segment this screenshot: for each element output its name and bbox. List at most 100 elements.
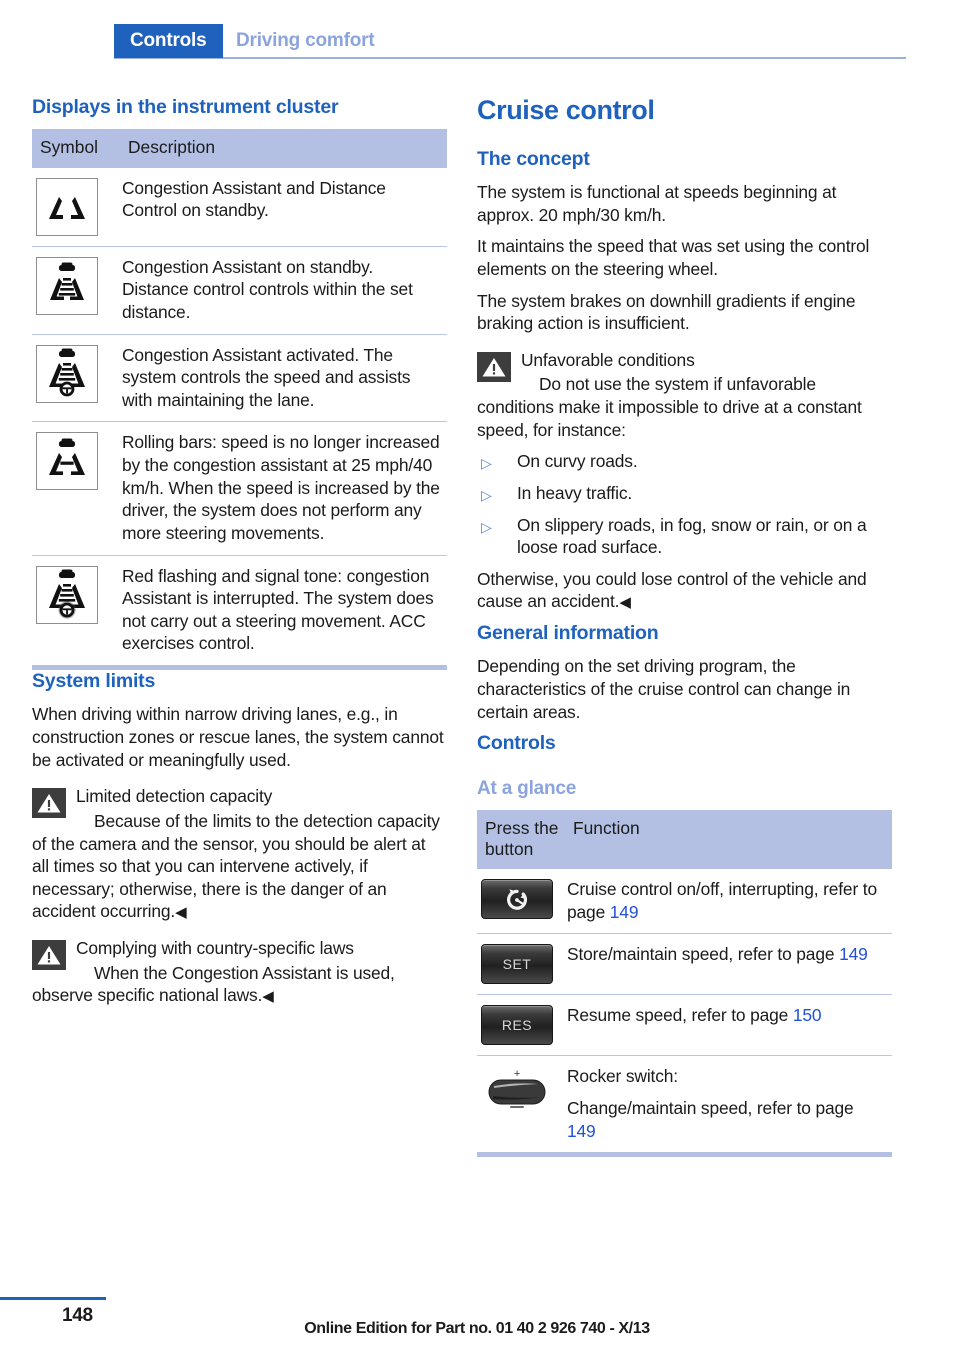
function-cell: Store/maintain speed, refer to page 149 [565, 933, 892, 995]
the-concept-heading: The concept [477, 147, 590, 170]
warning-end-mark: ◀ [262, 988, 274, 1006]
table-row: + Rocker switch: Change/maintain speed, … [477, 1055, 892, 1153]
warning-triangle-icon [477, 351, 511, 382]
system-limits-paragraph: When driving within narrow driving lanes… [32, 704, 444, 770]
table-row: Red flashing and signal tone: congestion… [32, 554, 447, 665]
warning-note-unfavorable-conditions: Unfavorable conditions Do not use the sy… [477, 349, 892, 442]
column-header-symbol: Symbol [32, 129, 120, 168]
running-header-chapter-tab: Controls [114, 24, 223, 58]
cruise-control-buttons-table: Press the button Function Cruise control… [477, 809, 892, 1153]
left-column: Displays in the instrument cluster Symbo… [32, 96, 447, 1016]
button-cell: SET [477, 933, 565, 995]
warning-end-mark: ◀ [175, 904, 187, 922]
button-cell: RES [477, 994, 565, 1056]
function-text-line-2: Change/maintain speed, refer to page 149 [567, 1097, 886, 1142]
chapter-title-cruise-control: Cruise control [477, 95, 655, 125]
controls-heading: Controls [477, 732, 556, 755]
table-row: Congestion Assistant activated. The syst… [32, 333, 447, 422]
symbol-cell [32, 421, 120, 555]
list-item: ▷ On slippery roads, in fog, snow or rain… [477, 514, 892, 559]
list-item: ▷ On curvy roads. [477, 450, 892, 473]
button-cell: + [477, 1055, 565, 1153]
column-header-function: Function [565, 809, 892, 870]
warning-note-limited-detection: Limited detection capacity Because of th… [32, 785, 447, 923]
controls-table-end-rule [477, 1152, 892, 1158]
function-cell: Resume speed, refer to page 150 [565, 994, 892, 1056]
car-with-bars-steering-wheel-icon [36, 344, 98, 403]
svg-text:+: + [514, 1068, 520, 1080]
bullet-triangle-icon: ▷ [481, 518, 492, 535]
set-button-icon[interactable]: SET [481, 944, 553, 985]
general-information-heading: General information [477, 622, 659, 645]
warning-triangle-icon [32, 788, 66, 819]
page-title-left: Displays in the instrument cluster [32, 96, 339, 118]
symbol-cell [32, 168, 120, 247]
bullet-triangle-icon: ▷ [481, 455, 492, 472]
footer-rule [0, 1297, 106, 1300]
table-row: RES Resume speed, refer to page 150 [477, 994, 892, 1056]
page-reference-link[interactable]: 149 [839, 944, 868, 964]
function-cell: Cruise control on/off, interrupting, ref… [565, 869, 892, 934]
warning-note-country-laws: Complying with country-specific laws Whe… [32, 937, 447, 1007]
page-reference-link[interactable]: 149 [610, 902, 639, 922]
table-row: Congestion Assistant and Distance Contro… [32, 168, 447, 247]
list-item: ▷ In heavy traffic. [477, 482, 892, 505]
general-information-paragraph: Depending on the set driving program, th… [477, 656, 851, 722]
symbol-cell [32, 554, 120, 665]
table-row: Rolling bars: speed is no longer increas… [32, 421, 447, 555]
warning-triangle-icon [32, 940, 66, 971]
warning-title: Complying with country-specific laws [76, 938, 354, 959]
table-header-row: Symbol Description [32, 129, 447, 168]
at-a-glance-subheading: At a glance [477, 777, 577, 799]
symbol-cell [32, 333, 120, 422]
description-cell: Rolling bars: speed is no longer increas… [120, 421, 447, 555]
function-text: Resume speed, refer to page [567, 1005, 793, 1026]
list-item-label: On curvy roads. [517, 451, 638, 472]
warning-body: Because of the limits to the detection c… [32, 810, 440, 922]
cruise-control-on-off-icon[interactable] [481, 879, 553, 920]
description-cell: Red flashing and signal tone: congestion… [120, 554, 447, 665]
warning-title: Unfavorable conditions [521, 349, 695, 370]
function-cell: Rocker switch: Change/maintain speed, re… [565, 1055, 892, 1153]
button-cell [477, 869, 565, 934]
description-cell: Congestion Assistant on standby. Distanc… [120, 245, 447, 334]
rocker-switch-icon[interactable]: + [481, 1068, 553, 1118]
column-header-press-the-button: Press the button [477, 809, 565, 870]
closing-text: Otherwise, you could lose control of the… [477, 568, 867, 612]
running-header-rule [114, 57, 906, 59]
function-text-line-1: Rocker switch: [567, 1066, 678, 1087]
description-cell: Congestion Assistant activated. The syst… [120, 333, 447, 422]
table-header-row: Press the button Function [477, 809, 892, 870]
symbol-cell [32, 245, 120, 334]
car-with-bars-standby-icon [36, 256, 98, 315]
unfavorable-conditions-list: ▷ On curvy roads. ▷ In heavy traffic. ▷ On … [477, 450, 892, 559]
running-header-section: Driving comfort [236, 30, 375, 51]
instrument-cluster-symbol-table: Symbol Description Congestion Assistant … [32, 129, 447, 665]
warning-body: When the Congestion Assistant is used, o… [32, 962, 395, 1006]
car-with-bars-steering-wheel-red-icon [36, 565, 98, 624]
list-item-label: In heavy traffic. [517, 482, 633, 503]
concept-paragraph-1: The system is functional at speeds begin… [477, 182, 837, 225]
system-limits-heading: System limits [32, 670, 156, 692]
edition-note: Online Edition for Part no. 01 40 2 926 … [304, 1320, 650, 1337]
lane-markings-standby-icon [36, 177, 98, 236]
bullet-triangle-icon: ▷ [481, 486, 492, 503]
concept-paragraph-3: The system brakes on downhill gradients … [477, 290, 856, 334]
warning-body: Do not use the system if unfavorable con… [477, 374, 862, 440]
function-text: Store/maintain speed, refer to page [567, 944, 840, 965]
page-reference-link[interactable]: 149 [567, 1121, 596, 1141]
description-cell: Congestion Assistant and Distance Contro… [122, 177, 386, 221]
unfavorable-conditions-closing: Otherwise, you could lose control of the… [477, 568, 892, 613]
table-row: Cruise control on/off, interrupting, ref… [477, 869, 892, 934]
page-reference-link[interactable]: 150 [793, 1005, 822, 1025]
column-header-description: Description [120, 129, 447, 168]
concept-paragraph-2: It maintains the speed that was set usin… [477, 236, 870, 279]
res-button-icon[interactable]: RES [481, 1005, 553, 1046]
table-row: Congestion Assistant on standby. Distanc… [32, 245, 447, 334]
list-item-label: On slippery roads, in fog, snow or rain,… [517, 514, 867, 558]
warning-end-mark: ◀ [619, 594, 631, 612]
warning-title: Limited detection capacity [76, 786, 273, 807]
right-column: Cruise control The concept The system is… [477, 95, 892, 1158]
table-row: SET Store/maintain speed, refer to page … [477, 933, 892, 995]
function-text: Change/maintain speed, refer to page [567, 1098, 854, 1119]
